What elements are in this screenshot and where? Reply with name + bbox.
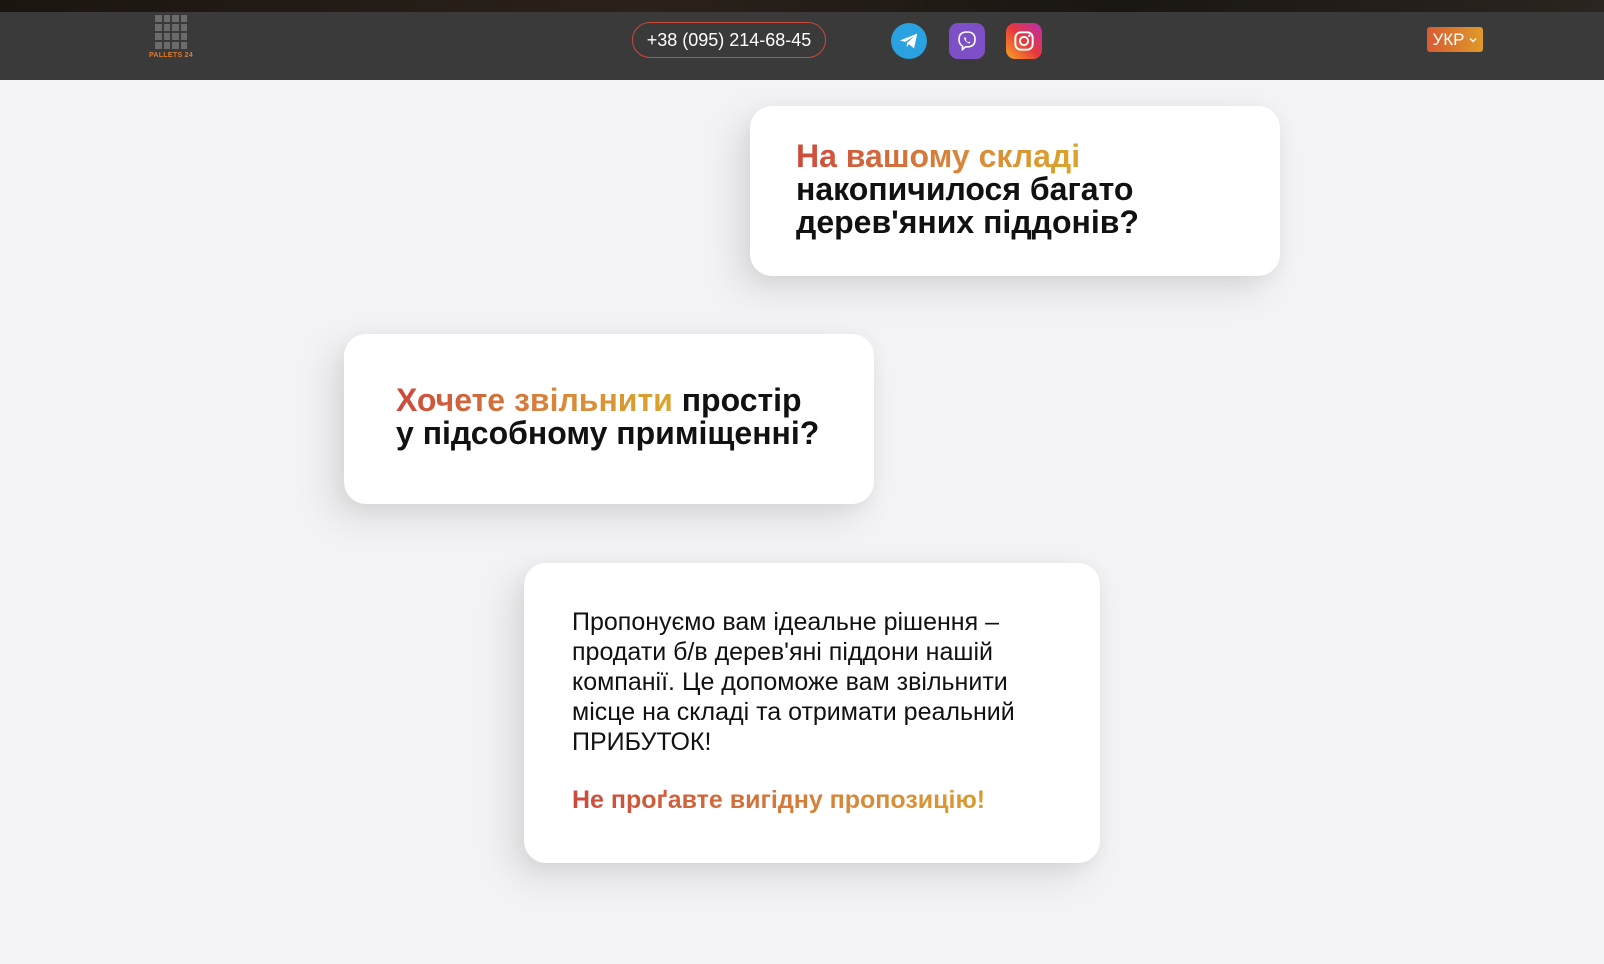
instagram-icon: [1014, 31, 1034, 51]
question-card-space: Хочете звільнити простір у підсобному пр…: [344, 334, 874, 504]
card-heading: Хочете звільнити простір у підсобному пр…: [396, 384, 822, 450]
chevron-down-icon: [1469, 37, 1477, 42]
offer-cta: Не проґавте вигідну пропозицію!: [572, 785, 1052, 815]
card-heading: На вашому складі накопичилося багато дер…: [796, 140, 1234, 239]
offer-text: Пропонуємо вам ідеальне рішення – продат…: [572, 608, 1015, 756]
telegram-button[interactable]: [891, 23, 927, 59]
language-select[interactable]: УКР: [1427, 27, 1483, 52]
pallet-logo-icon: [155, 15, 187, 49]
viber-button[interactable]: [949, 23, 985, 59]
telegram-icon: [899, 33, 918, 49]
heading-accent: На вашому складі: [796, 138, 1081, 174]
logo[interactable]: PALLETS 24: [147, 15, 195, 63]
site-header: PALLETS 24 +38 (095) 214-68-45 УКР: [0, 12, 1604, 80]
hero-image-strip: [0, 0, 1604, 12]
viber-icon: [958, 31, 976, 52]
instagram-button[interactable]: [1006, 23, 1042, 59]
question-card-warehouse: На вашому складі накопичилося багато дер…: [750, 106, 1280, 276]
heading-rest: накопичилося багато дерев'яних піддонів?: [796, 171, 1139, 240]
offer-card: Пропонуємо вам ідеальне рішення – продат…: [524, 563, 1100, 863]
language-label: УКР: [1432, 29, 1465, 49]
heading-accent: Хочете звільнити: [396, 382, 673, 418]
logo-text: PALLETS 24: [148, 52, 194, 59]
phone-button[interactable]: +38 (095) 214-68-45: [632, 22, 826, 58]
